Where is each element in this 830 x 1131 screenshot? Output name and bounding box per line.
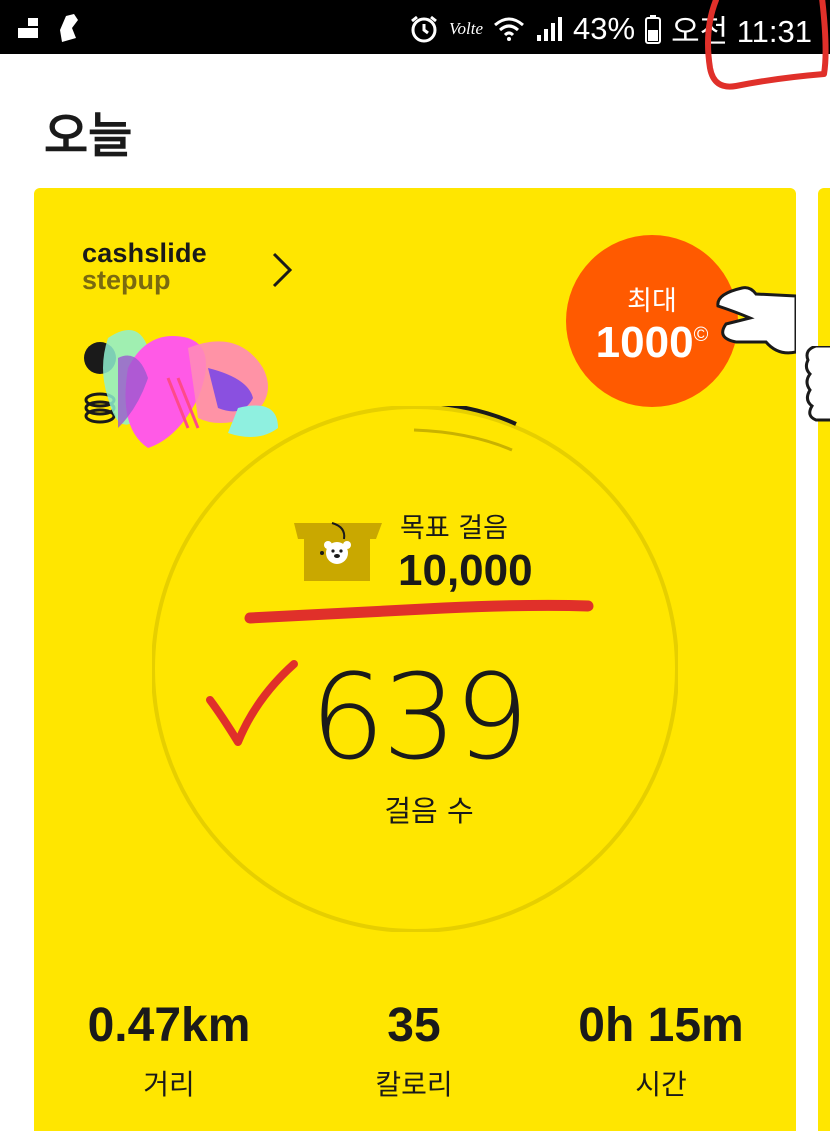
promo-amount: 1000: [595, 318, 694, 367]
notification-icon: [18, 18, 38, 38]
calories-label: 칼로리: [375, 1068, 453, 1101]
clock: 오전 11:31: [671, 14, 812, 49]
distance-stat: 0.47km 거리: [74, 998, 264, 1103]
signal-icon: [537, 16, 563, 41]
battery-icon: [645, 14, 662, 44]
alarm-icon: [411, 15, 437, 42]
step-card[interactable]: cashslide stepup 최대 1000© 목표 걸음 10,000 6…: [34, 188, 830, 1131]
pointing-hand-icon: [716, 286, 796, 355]
wifi-icon: [494, 17, 524, 41]
status-bar: Volte 43% 오전 11:31: [0, 0, 830, 54]
distance-label: 거리: [143, 1068, 195, 1101]
step-count-label: 걸음 수: [384, 794, 474, 828]
fist-icon: [804, 346, 830, 422]
distance-value: 0.47km: [87, 999, 251, 1052]
time-label: 시간: [635, 1068, 687, 1101]
calories-stat: 35 칼로리: [324, 998, 504, 1103]
page-title: 오늘: [44, 108, 133, 164]
chevron-right-icon[interactable]: [270, 250, 294, 290]
step-count: 639: [310, 648, 529, 786]
bear-box-icon: [294, 522, 382, 581]
red-annotation-check: [206, 660, 298, 746]
brand-logo[interactable]: cashslide stepup: [82, 238, 207, 296]
goal-label: 목표 걸음: [400, 513, 508, 544]
volte-indicator: Volte: [449, 18, 484, 38]
time-value: 0h 15m: [578, 999, 744, 1052]
shoe-icon: [60, 14, 78, 42]
red-annotation-underline: [244, 599, 594, 624]
brand-subname: stepup: [82, 265, 171, 295]
next-card-peek[interactable]: [818, 188, 830, 1131]
goal-value: 10,000: [398, 546, 533, 595]
battery-percent: 43%: [573, 10, 636, 46]
status-left-icons: [16, 12, 82, 44]
time-stat: 0h 15m 시간: [556, 998, 766, 1103]
calories-value: 35: [387, 999, 441, 1052]
status-right: Volte 43% 오전 11:31: [409, 6, 812, 51]
